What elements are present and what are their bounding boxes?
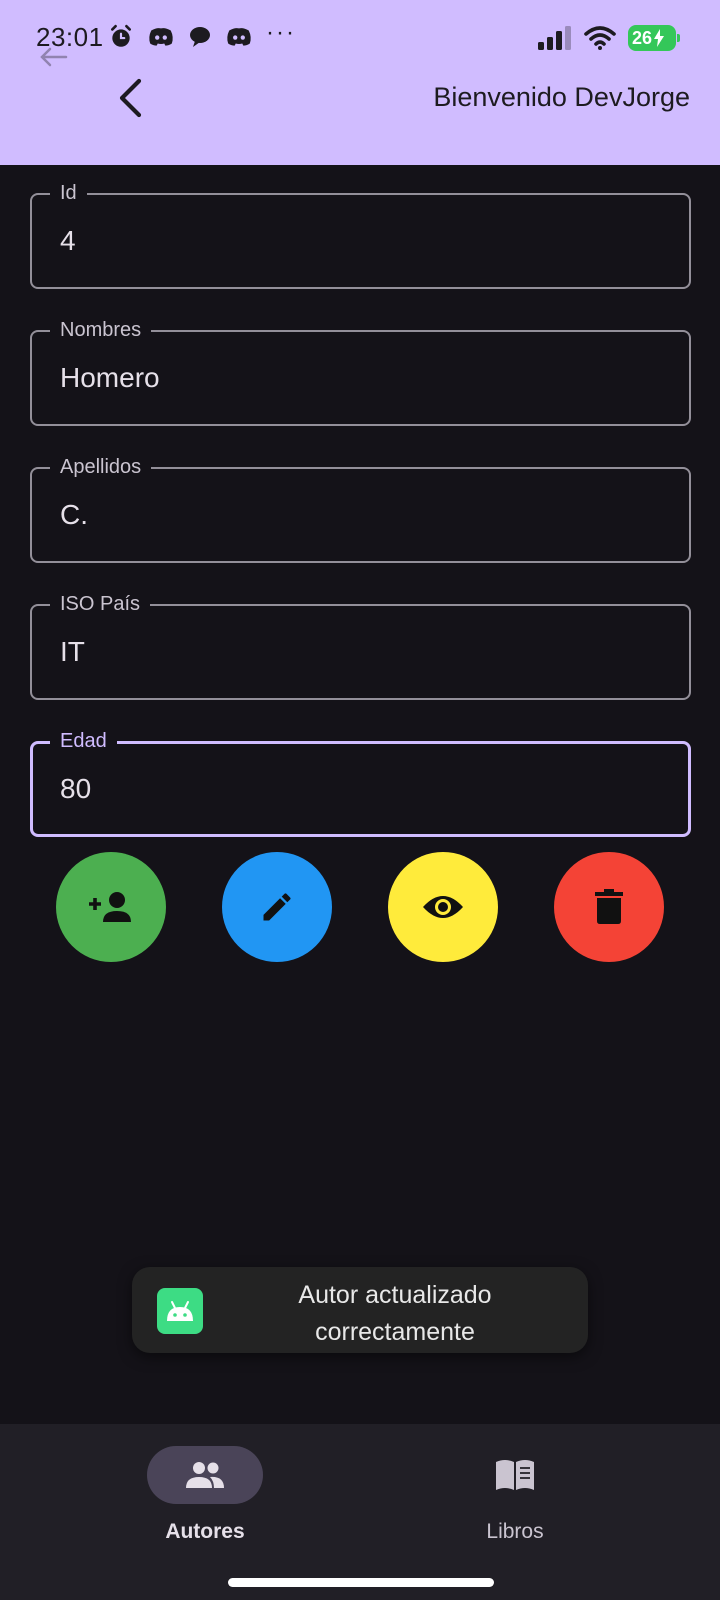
edad-field-label: Edad: [50, 727, 117, 755]
book-icon: [496, 1460, 534, 1490]
nav-label-autores: Autores: [165, 1520, 245, 1543]
add-author-button[interactable]: [56, 852, 166, 962]
apellidos-field-label: Apellidos: [50, 453, 152, 481]
edad-field-value[interactable]: 80: [60, 773, 91, 805]
bottom-navigation: Autores Libros: [0, 1424, 720, 1600]
chevron-left-icon: [119, 78, 142, 118]
pencil-icon: [263, 893, 291, 921]
top-app-bar: 23:01 ··· 26 Bienvenido DevJorge: [0, 0, 720, 165]
back-button[interactable]: [110, 74, 150, 122]
ghost-back-arrow-icon: [40, 47, 68, 67]
wifi-icon: [584, 26, 616, 50]
toast-message: Autor actualizado correctamente: [298, 1281, 492, 1346]
nombres-field-label: Nombres: [50, 316, 152, 344]
person-add-icon: [89, 892, 131, 922]
id-field[interactable]: Id 4: [30, 179, 691, 289]
apellidos-field-value[interactable]: C.: [60, 499, 88, 531]
signal-icon: [538, 26, 571, 50]
nav-active-indicator: [147, 1446, 263, 1504]
nombres-field-value[interactable]: Homero: [60, 362, 160, 394]
charging-bolt-icon: [654, 29, 665, 47]
action-buttons-row: [0, 852, 720, 962]
nav-label-libros: Libros: [486, 1520, 544, 1543]
status-system-icons: 26: [538, 24, 680, 52]
home-indicator: [228, 1578, 494, 1587]
edit-author-button[interactable]: [222, 852, 332, 962]
id-field-value[interactable]: 4: [60, 225, 76, 257]
delete-author-button[interactable]: [554, 852, 664, 962]
iso-pais-field-value[interactable]: IT: [60, 636, 85, 668]
view-author-button[interactable]: [388, 852, 498, 962]
discord-icon: [149, 28, 173, 46]
nav-icon-container: [457, 1446, 573, 1504]
edad-field[interactable]: Edad 80: [30, 727, 691, 837]
id-field-label: Id: [50, 179, 87, 207]
nav-item-autores[interactable]: Autores: [115, 1446, 295, 1566]
battery-indicator: 26: [628, 25, 680, 51]
status-overflow-dots: ···: [266, 19, 296, 46]
chat-bubble-icon: [190, 27, 210, 47]
welcome-title: Bienvenido DevJorge: [433, 82, 690, 112]
toast-notification: Autor actualizado correctamente: [132, 1267, 588, 1353]
apellidos-field[interactable]: Apellidos C.: [30, 453, 691, 563]
trash-icon: [595, 889, 623, 924]
people-icon: [186, 1462, 224, 1488]
discord-icon: [227, 28, 251, 46]
nav-item-libros[interactable]: Libros: [425, 1446, 605, 1566]
alarm-icon: [111, 24, 131, 47]
battery-level: 26: [632, 27, 653, 48]
iso-pais-field-label: ISO País: [50, 590, 151, 618]
nombres-field[interactable]: Nombres Homero: [30, 316, 691, 426]
eye-icon: [423, 896, 463, 918]
iso-pais-field[interactable]: ISO País IT: [30, 590, 691, 700]
status-notification-icons: ···: [108, 19, 296, 52]
android-icon: [157, 1288, 203, 1334]
